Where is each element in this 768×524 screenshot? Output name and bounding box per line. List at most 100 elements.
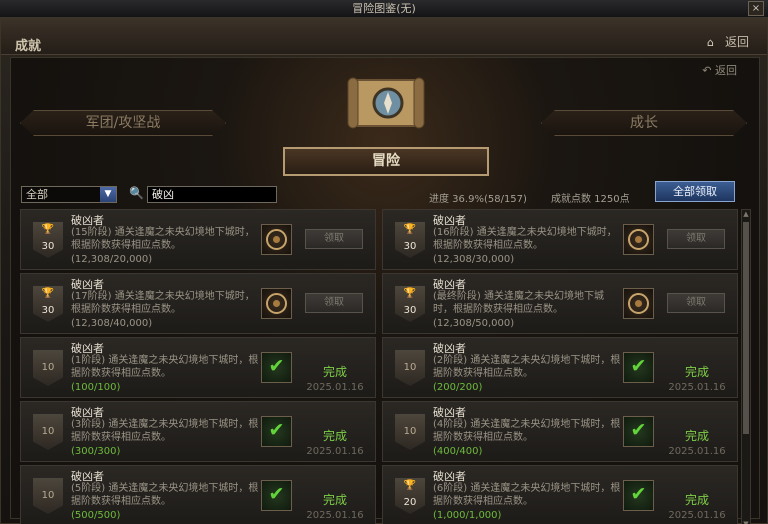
points-badge: 🏆 30 [33,222,63,258]
achievement-card: 🏆 30 破凶者 (最终阶段) 通关逢魔之未央幻境地下城时，根据阶数获得相应点数。 (1… [382,273,738,334]
card-description: (6阶段) 通关逢魔之未央幻境地下城时，根据阶数获得相应点数。 [433,483,621,507]
badge-points: 30 [403,305,417,316]
tab-legion-siege[interactable]: 军团/攻坚战 [20,110,226,136]
scroll-compass-emblem [347,77,425,129]
checkmark-icon: ✔ [261,480,292,511]
scroll-thumb[interactable] [743,222,749,434]
points-badge: 10 [395,414,425,450]
window-titlebar: 冒险图鉴(无) × [0,0,768,18]
badge-points: 20 [403,497,417,508]
checkmark-icon: ✔ [261,352,292,383]
card-description: (1阶段) 通关逢魔之未央幻境地下城时，根据阶数获得相应点数。 [71,355,259,379]
points-badge: 🏆 20 [395,478,425,514]
home-icon: ⌂ [706,36,714,49]
badge-points: 10 [41,362,55,373]
claim-button[interactable]: 领取 [305,293,363,313]
card-description: (17阶段) 通关逢魔之未央幻境地下城时，根据阶数获得相应点数。 [71,291,255,315]
achievement-card: 🏆 30 破凶者 (15阶段) 通关逢魔之未央幻境地下城时，根据阶数获得相应点数。 (1… [20,209,376,270]
done-date: 2025.01.16 [306,382,364,393]
tab-adventure[interactable]: 冒险 [283,147,489,176]
checkmark-icon: ✔ [623,352,654,383]
window-title: 冒险图鉴(无) [352,2,416,15]
category-selected: 全部 [26,188,48,201]
points-badge: 🏆 30 [33,286,63,322]
card-description: (3阶段) 通关逢魔之未央幻境地下城时，根据阶数获得相应点数。 [71,419,259,443]
achievement-card: 10 破凶者 (4阶段) 通关逢魔之未央幻境地下城时，根据阶数获得相应点数。 (400… [382,401,738,462]
trophy-icon: 🏆 [403,224,417,235]
done-label: 完成 [322,493,347,507]
card-description: (2阶段) 通关逢魔之未央幻境地下城时，根据阶数获得相应点数。 [433,355,621,379]
points-badge: 🏆 30 [395,222,425,258]
achievement-card: 🏆 30 破凶者 (16阶段) 通关逢魔之未央幻境地下城时，根据阶数获得相应点数。 (1… [382,209,738,270]
badge-points: 10 [403,362,417,373]
done-date: 2025.01.16 [306,510,364,521]
claim-button[interactable]: 领取 [305,229,363,249]
claim-all-button[interactable]: 全部领取 [655,181,735,202]
achievement-grid: 🏆 30 破凶者 (15阶段) 通关逢魔之未央幻境地下城时，根据阶数获得相应点数。 (1… [20,209,738,524]
chevron-down-icon[interactable]: ▼ [100,187,116,202]
search-icon: 🔍 [129,186,144,200]
card-description: (4阶段) 通关逢魔之未央幻境地下城时，根据阶数获得相应点数。 [433,419,621,443]
reward-icon [623,224,654,255]
undo-icon: ↶ [702,64,715,77]
header-strip: 成就 ⌂ 返回 [1,19,767,55]
achievement-window: 成就 ⌂ 返回 ↶ 返回 军团/攻坚战 成长 冒险 全部 ▼ 🔍 破凶 进度 36… [0,18,768,524]
back-button[interactable]: ⌂ 返回 [707,33,749,50]
card-description: (16阶段) 通关逢魔之未央幻境地下城时，根据阶数获得相应点数。 [433,227,617,251]
badge-points: 30 [41,305,55,316]
claim-button[interactable]: 领取 [667,293,725,313]
reward-icon [261,288,292,319]
scroll-down-icon[interactable]: ▼ [742,520,750,524]
done-label: 完成 [684,365,709,379]
panel-back-button[interactable]: ↶ 返回 [702,62,737,78]
trophy-icon: 🏆 [403,480,417,491]
achievement-card: 10 破凶者 (5阶段) 通关逢魔之未央幻境地下城时，根据阶数获得相应点数。 (500… [20,465,376,524]
card-progress: (400/400) [433,446,483,457]
done-label: 完成 [322,429,347,443]
panel-back-label: 返回 [715,64,737,77]
close-button[interactable]: × [748,1,764,16]
category-select[interactable]: 全部 ▼ [21,186,117,203]
back-label: 返回 [724,35,749,49]
progress-text: 进度 36.9%(58/157) [429,194,527,205]
badge-points: 10 [41,490,55,501]
scroll-up-icon[interactable]: ▲ [742,210,750,219]
search-input[interactable]: 破凶 [147,186,277,203]
claim-button[interactable]: 领取 [667,229,725,249]
section-title: 成就 [15,39,42,54]
points-badge: 10 [33,414,63,450]
card-progress: (12,308/30,000) [433,254,515,265]
achievement-card: 10 破凶者 (3阶段) 通关逢魔之未央幻境地下城时，根据阶数获得相应点数。 (300… [20,401,376,462]
card-progress: (100/100) [71,382,121,393]
points-badge: 10 [395,350,425,386]
points-badge: 10 [33,350,63,386]
done-date: 2025.01.16 [668,510,726,521]
done-label: 完成 [684,429,709,443]
reward-icon [261,224,292,255]
reward-icon [623,288,654,319]
card-progress: (200/200) [433,382,483,393]
badge-points: 10 [41,426,55,437]
card-progress: (1,000/1,000) [433,510,502,521]
card-description: (15阶段) 通关逢魔之未央幻境地下城时，根据阶数获得相应点数。 [71,227,255,251]
badge-points: 30 [41,241,55,252]
card-description: (5阶段) 通关逢魔之未央幻境地下城时，根据阶数获得相应点数。 [71,483,259,507]
card-description: (最终阶段) 通关逢魔之未央幻境地下城时，根据阶数获得相应点数。 [433,291,604,315]
done-label: 完成 [322,365,347,379]
card-progress: (500/500) [71,510,121,521]
adventure-panel: ↶ 返回 军团/攻坚战 成长 冒险 全部 ▼ 🔍 破凶 进度 36.9%(58/… [10,57,760,524]
done-label: 完成 [684,493,709,507]
done-date: 2025.01.16 [668,382,726,393]
done-date: 2025.01.16 [306,446,364,457]
scrollbar[interactable]: ▲ ▼ [741,209,751,524]
achievement-card: 10 破凶者 (1阶段) 通关逢魔之未央幻境地下城时，根据阶数获得相应点数。 (100… [20,337,376,398]
checkmark-icon: ✔ [623,480,654,511]
points-text: 成就点数 1250点 [551,194,630,205]
tab-growth[interactable]: 成长 [541,110,747,136]
checkmark-icon: ✔ [623,416,654,447]
done-date: 2025.01.16 [668,446,726,457]
trophy-icon: 🏆 [403,288,417,299]
card-progress: (300/300) [71,446,121,457]
badge-points: 30 [403,241,417,252]
achievement-card: 10 破凶者 (2阶段) 通关逢魔之未央幻境地下城时，根据阶数获得相应点数。 (200… [382,337,738,398]
